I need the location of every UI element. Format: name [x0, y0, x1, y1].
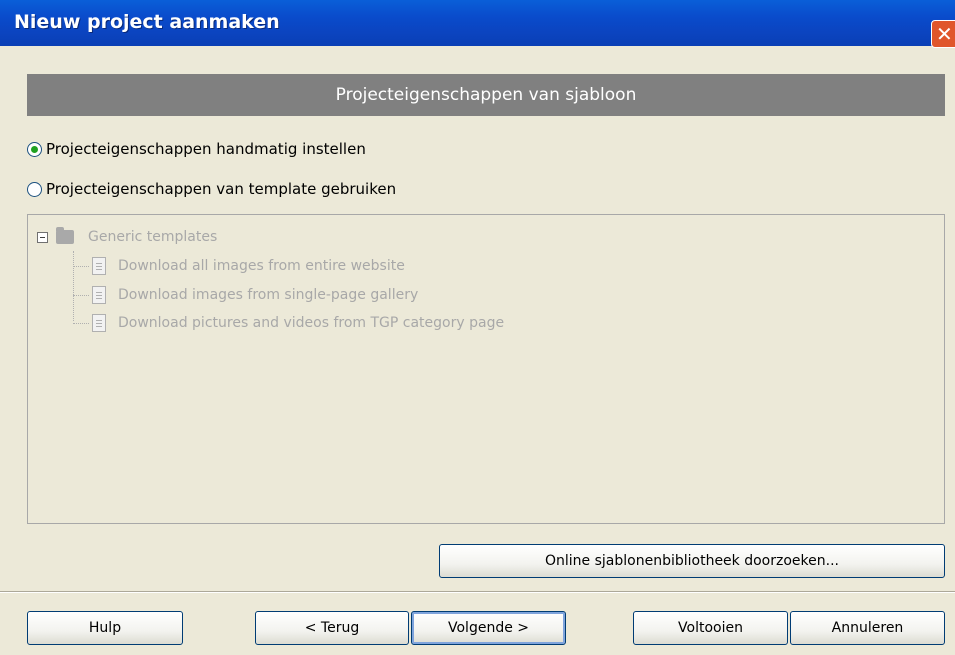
new-project-dialog: Nieuw project aanmaken ✕ Projecteigensch… [0, 0, 955, 655]
finish-button[interactable]: Voltooien [633, 611, 788, 645]
tree-item-label: Download pictures and videos from TGP ca… [118, 315, 505, 331]
title-bar[interactable]: Nieuw project aanmaken ✕ [0, 0, 955, 48]
tree-node-generic-templates[interactable]: Generic templates [37, 227, 218, 245]
tree-item-template[interactable]: Download pictures and videos from TGP ca… [73, 314, 504, 332]
template-tree[interactable]: Generic templates Download all images fr… [27, 214, 945, 524]
cancel-button[interactable]: Annuleren [790, 611, 945, 645]
tree-connector [73, 322, 89, 324]
radio-button-unchecked[interactable] [27, 181, 42, 197]
radio-manual-label[interactable]: Projecteigenschappen handmatig instellen [46, 140, 366, 158]
tree-item-template[interactable]: Download images from single-page gallery [73, 286, 418, 304]
tree-connector [73, 294, 89, 296]
tree-item-label: Download images from single-page gallery [118, 287, 419, 303]
next-button[interactable]: Volgende > [411, 611, 566, 645]
template-doc-icon [92, 314, 106, 332]
folder-icon [56, 227, 74, 244]
close-button[interactable]: ✕ [931, 20, 955, 48]
radio-template-label[interactable]: Projecteigenschappen van template gebrui… [46, 180, 396, 198]
collapse-icon[interactable] [37, 231, 48, 243]
radio-button-checked[interactable] [27, 141, 42, 157]
browse-online-library-button[interactable]: Online sjablonenbibliotheek doorzoeken..… [439, 544, 945, 578]
footer-divider [0, 591, 955, 593]
tree-item-label: Download all images from entire website [118, 258, 405, 274]
tree-item-template[interactable]: Download all images from entire website [73, 257, 405, 275]
section-header: Projecteigenschappen van sjabloon [27, 74, 945, 116]
template-doc-icon [92, 257, 106, 275]
back-button[interactable]: < Terug [255, 611, 409, 645]
tree-connector [73, 265, 89, 267]
close-icon: ✕ [936, 22, 953, 46]
radio-template-settings[interactable]: Projecteigenschappen van template gebrui… [27, 180, 396, 198]
help-button[interactable]: Hulp [27, 611, 183, 645]
radio-manual-settings[interactable]: Projecteigenschappen handmatig instellen [27, 140, 366, 158]
window-title: Nieuw project aanmaken [14, 11, 280, 33]
template-doc-icon [92, 286, 106, 304]
tree-root-label: Generic templates [88, 229, 218, 245]
